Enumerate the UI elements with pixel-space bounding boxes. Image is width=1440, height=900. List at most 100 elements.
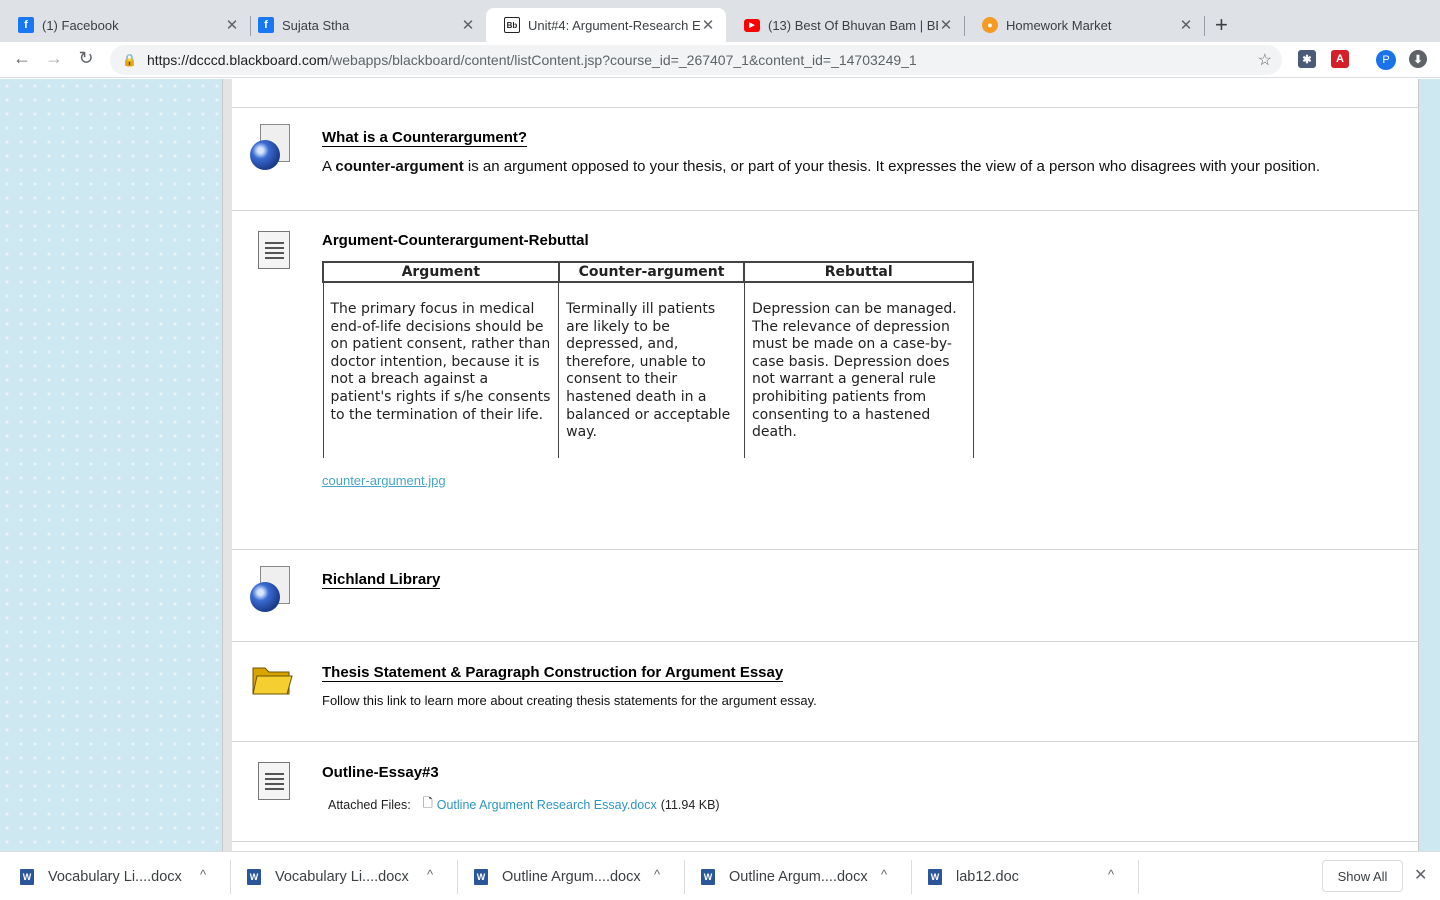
outline-title: Outline-Essay#3 bbox=[322, 764, 439, 781]
document-icon bbox=[250, 758, 294, 802]
file-icon: 🗋 bbox=[422, 796, 433, 810]
download-file-name: Outline Argum....docx bbox=[502, 868, 641, 885]
page-viewport: What is a Counterargument? A counter-arg… bbox=[0, 79, 1440, 851]
extension-puzzle-icon[interactable]: ✱ bbox=[1298, 50, 1316, 68]
new-tab-plus-icon[interactable]: + bbox=[1215, 12, 1228, 38]
blackboard-icon: Bb bbox=[504, 17, 520, 33]
argument-table-image: Argument Counter-argument Rebuttal The p… bbox=[322, 261, 974, 458]
file-size: (11.94 KB) bbox=[660, 797, 720, 812]
extension-download-icon[interactable]: ⬇ bbox=[1409, 50, 1427, 68]
download-divider bbox=[684, 860, 685, 894]
chevron-up-icon[interactable]: ^ bbox=[654, 867, 660, 882]
list-item-previous bbox=[232, 79, 1418, 108]
url-path: /webapps/blackboard/content/listContent.… bbox=[328, 52, 917, 68]
facebook-icon: f bbox=[18, 17, 34, 33]
tab-homework-market[interactable]: ● Homework Market ✕ bbox=[964, 8, 1204, 42]
thesis-title-link[interactable]: Thesis Statement & Paragraph Constructio… bbox=[322, 664, 784, 682]
back-arrow-icon[interactable]: ← bbox=[10, 48, 34, 69]
pdf-extension-icon[interactable]: A bbox=[1331, 50, 1349, 68]
download-divider bbox=[230, 860, 231, 894]
attached-files-label: Attached Files: bbox=[328, 797, 411, 812]
chevron-up-icon[interactable]: ^ bbox=[1108, 867, 1114, 882]
list-item-counterargument: What is a Counterargument? A counter-arg… bbox=[232, 108, 1418, 211]
tab-title: Sujata Stha bbox=[282, 17, 350, 33]
show-all-button[interactable]: Show All bbox=[1322, 860, 1403, 892]
tab-title: (13) Best Of Bhuvan Bam | BB K bbox=[768, 17, 938, 33]
browser-toolbar: ← → ↻ 🔒 https://dcccd.blackboard.com/web… bbox=[0, 42, 1440, 78]
tab-title: (1) Facebook bbox=[42, 17, 119, 33]
download-divider bbox=[457, 860, 458, 894]
attached-files: Attached Files: 🗋 Outline Argument Resea… bbox=[328, 794, 720, 815]
table-cell: Depression can be managed. The relevance… bbox=[743, 282, 974, 458]
tab-strip: f (1) Facebook ✕ f Sujata Stha ✕ Bb Unit… bbox=[0, 0, 1440, 42]
table-header: Counter-argument bbox=[557, 261, 746, 283]
address-bar[interactable]: 🔒 https://dcccd.blackboard.com/webapps/b… bbox=[110, 45, 1282, 75]
download-item[interactable]: W Outline Argum....docx ^ bbox=[474, 852, 679, 900]
youtube-icon: ▶ bbox=[744, 18, 760, 32]
counterargument-title-link[interactable]: What is a Counterargument? bbox=[322, 129, 528, 147]
chevron-up-icon[interactable]: ^ bbox=[200, 867, 206, 882]
table-header: Argument bbox=[322, 261, 560, 283]
profile-avatar[interactable]: P bbox=[1376, 50, 1396, 70]
forward-arrow-icon[interactable]: → bbox=[42, 48, 66, 69]
list-item-outline: Outline-Essay#3 Attached Files: 🗋 Outlin… bbox=[232, 742, 1418, 842]
word-doc-icon: W bbox=[474, 868, 488, 885]
thesis-description: Follow this link to learn more about cre… bbox=[322, 693, 817, 708]
lock-icon: 🔒 bbox=[122, 53, 137, 67]
bookmark-star-icon[interactable]: ☆ bbox=[1258, 50, 1272, 70]
library-title-link[interactable]: Richland Library bbox=[322, 571, 441, 589]
left-pattern-background bbox=[0, 79, 222, 851]
close-icon[interactable]: ✕ bbox=[1414, 865, 1427, 885]
chevron-up-icon[interactable]: ^ bbox=[881, 867, 887, 882]
document-icon bbox=[250, 227, 294, 271]
close-icon[interactable]: ✕ bbox=[700, 16, 716, 34]
counterargument-body: A counter-argument is an argument oppose… bbox=[322, 158, 1320, 175]
download-divider bbox=[1138, 860, 1139, 894]
list-item-library: Richland Library bbox=[232, 550, 1418, 642]
image-file-link[interactable]: counter-argument.jpg bbox=[322, 473, 446, 488]
web-link-icon bbox=[250, 124, 294, 170]
content-list: What is a Counterargument? A counter-arg… bbox=[232, 79, 1418, 851]
attached-file-link[interactable]: Outline Argument Research Essay.docx bbox=[437, 798, 657, 812]
table-cell: Terminally ill patients are likely to be… bbox=[558, 282, 745, 458]
downloads-bar: W Vocabulary Li....docx ^ W Vocabulary L… bbox=[0, 851, 1440, 900]
url-host: https://dcccd.blackboard.com bbox=[146, 52, 329, 68]
list-item-acr: Argument-Counterargument-Rebuttal Argume… bbox=[232, 211, 1418, 550]
download-item[interactable]: W lab12.doc ^ bbox=[928, 852, 1133, 900]
reload-icon[interactable]: ↻ bbox=[74, 48, 98, 69]
close-icon[interactable]: ✕ bbox=[938, 16, 954, 34]
close-icon[interactable]: ✕ bbox=[224, 16, 240, 34]
download-item[interactable]: W Vocabulary Li....docx ^ bbox=[247, 852, 452, 900]
folder-icon bbox=[250, 658, 294, 702]
table-cell: The primary focus in medical end-of-life… bbox=[322, 282, 560, 458]
word-doc-icon: W bbox=[247, 868, 261, 885]
close-icon[interactable]: ✕ bbox=[460, 16, 476, 34]
download-file-name: Vocabulary Li....docx bbox=[48, 868, 182, 885]
close-icon[interactable]: ✕ bbox=[1178, 16, 1194, 34]
facebook-icon: f bbox=[258, 17, 274, 33]
download-item[interactable]: W Outline Argum....docx ^ bbox=[701, 852, 906, 900]
tab-sujata-stha[interactable]: f Sujata Stha ✕ bbox=[240, 8, 486, 42]
word-doc-icon: W bbox=[701, 868, 715, 885]
download-divider bbox=[911, 860, 912, 894]
content-right-border bbox=[1418, 79, 1440, 851]
tab-facebook[interactable]: f (1) Facebook ✕ bbox=[0, 8, 250, 42]
tab-title: Homework Market bbox=[1006, 17, 1112, 33]
list-item-thesis: Thesis Statement & Paragraph Constructio… bbox=[232, 642, 1418, 742]
homework-market-icon: ● bbox=[982, 17, 998, 33]
download-item[interactable]: W Vocabulary Li....docx ^ bbox=[20, 852, 225, 900]
tab-divider bbox=[1204, 16, 1205, 36]
web-link-icon bbox=[250, 566, 294, 612]
word-doc-icon: W bbox=[928, 868, 942, 885]
acr-title: Argument-Counterargument-Rebuttal bbox=[322, 232, 589, 249]
word-doc-icon: W bbox=[20, 868, 34, 885]
table-header: Rebuttal bbox=[743, 261, 974, 283]
tab-blackboard-unit4[interactable]: Bb Unit#4: Argument-Research Ess ✕ bbox=[486, 8, 726, 42]
content-left-border bbox=[222, 79, 232, 851]
tab-youtube[interactable]: ▶ (13) Best Of Bhuvan Bam | BB K ✕ bbox=[726, 8, 964, 42]
download-file-name: Outline Argum....docx bbox=[729, 868, 868, 885]
chevron-up-icon[interactable]: ^ bbox=[427, 867, 433, 882]
tab-title: Unit#4: Argument-Research Ess bbox=[528, 17, 700, 33]
download-file-name: lab12.doc bbox=[956, 868, 1019, 885]
download-file-name: Vocabulary Li....docx bbox=[275, 868, 409, 885]
